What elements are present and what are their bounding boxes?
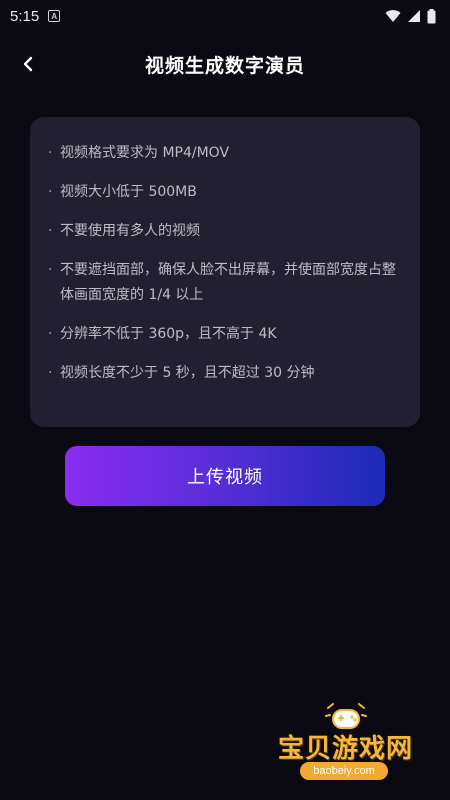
watermark-url: baobeiy.com — [300, 762, 388, 780]
battery-icon — [427, 8, 436, 24]
upload-video-button[interactable]: 上传视频 — [65, 446, 385, 506]
signal-icon — [407, 9, 421, 23]
wifi-icon — [385, 9, 401, 23]
bullet: · — [48, 184, 53, 200]
requirement-item: · 视频大小低于 500MB — [48, 180, 400, 205]
header: 视频生成数字演员 — [0, 38, 450, 90]
bullet: · — [48, 145, 53, 161]
requirement-item: · 不要使用有多人的视频 — [48, 219, 400, 244]
requirements-card: · 视频格式要求为 MP4/MOV · 视频大小低于 500MB · 不要使用有… — [30, 117, 420, 427]
watermark: 宝贝游戏网 baobeiy.com — [272, 700, 432, 790]
requirement-item: · 视频格式要求为 MP4/MOV — [48, 141, 400, 166]
status-bar: 5:15 A — [0, 0, 450, 32]
back-button[interactable] — [14, 50, 42, 78]
status-time: 5:15 — [10, 7, 40, 25]
requirement-text: 不要遮挡面部，确保人脸不出屏幕，并使面部宽度占整体画面宽度的 1/4 以上 — [60, 262, 396, 303]
upload-video-label: 上传视频 — [187, 467, 263, 488]
requirement-item: · 视频长度不少于 5 秒，且不超过 30 分钟 — [48, 361, 400, 386]
requirement-item: · 不要遮挡面部，确保人脸不出屏幕，并使面部宽度占整体画面宽度的 1/4 以上 — [48, 258, 400, 308]
requirement-text: 视频大小低于 500MB — [60, 184, 197, 200]
requirement-text: 不要使用有多人的视频 — [60, 223, 200, 239]
status-icons — [385, 8, 436, 24]
requirement-text: 视频长度不少于 5 秒，且不超过 30 分钟 — [60, 365, 315, 381]
bullet: · — [48, 365, 53, 381]
bullet: · — [48, 262, 53, 278]
chevron-left-icon — [23, 56, 33, 72]
page-title: 视频生成数字演员 — [144, 54, 305, 77]
requirement-text: 视频格式要求为 MP4/MOV — [60, 145, 230, 161]
requirement-item: · 分辨率不低于 360p，且不高于 4K — [48, 322, 400, 347]
watermark-name: 宝贝游戏网 — [278, 734, 414, 764]
bullet: · — [48, 326, 53, 342]
bullet: · — [48, 223, 53, 239]
requirement-text: 分辨率不低于 360p，且不高于 4K — [60, 326, 277, 342]
a-icon: A — [48, 10, 61, 22]
